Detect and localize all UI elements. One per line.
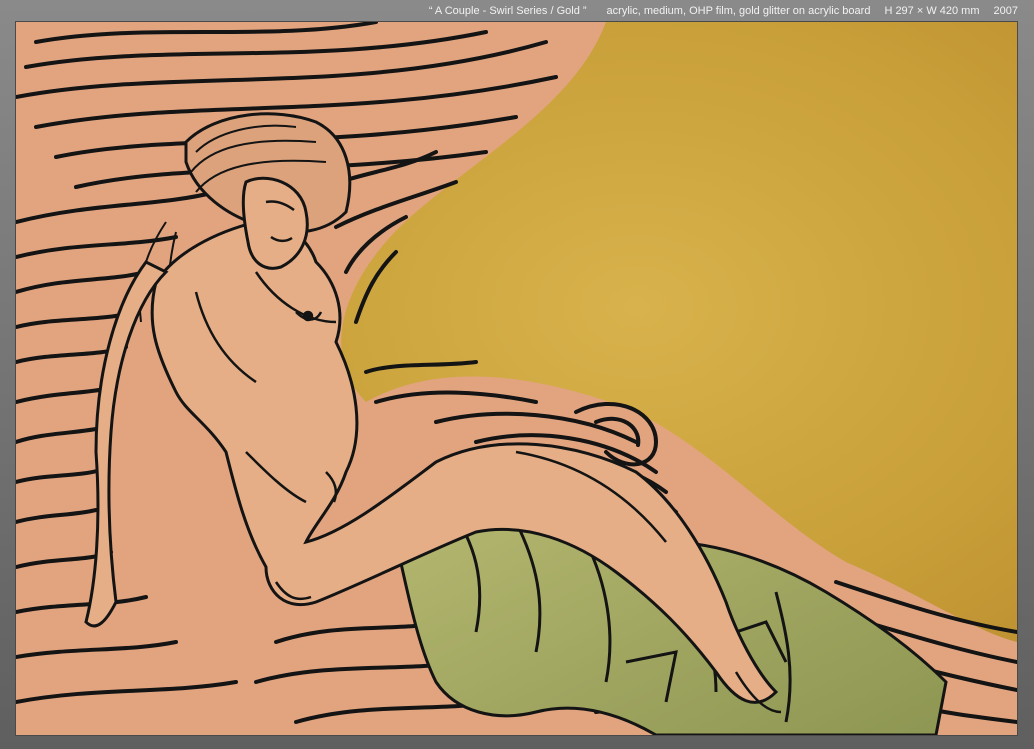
figure-face <box>241 176 309 270</box>
artwork-year: 2007 <box>993 5 1018 17</box>
artwork-dimensions: H 297 × W 420 mm <box>884 5 980 17</box>
artwork-title: “ A Couple - Swirl Series / Gold ” <box>428 5 587 17</box>
artwork-caption: “ A Couple - Swirl Series / Gold ” acryl… <box>429 3 1018 19</box>
gallery-frame: “ A Couple - Swirl Series / Gold ” acryl… <box>0 0 1034 749</box>
artwork-image <box>16 22 1017 735</box>
artwork-medium: acrylic, medium, OHP film, gold glitter … <box>606 5 871 17</box>
artwork-illustration <box>16 22 1017 735</box>
